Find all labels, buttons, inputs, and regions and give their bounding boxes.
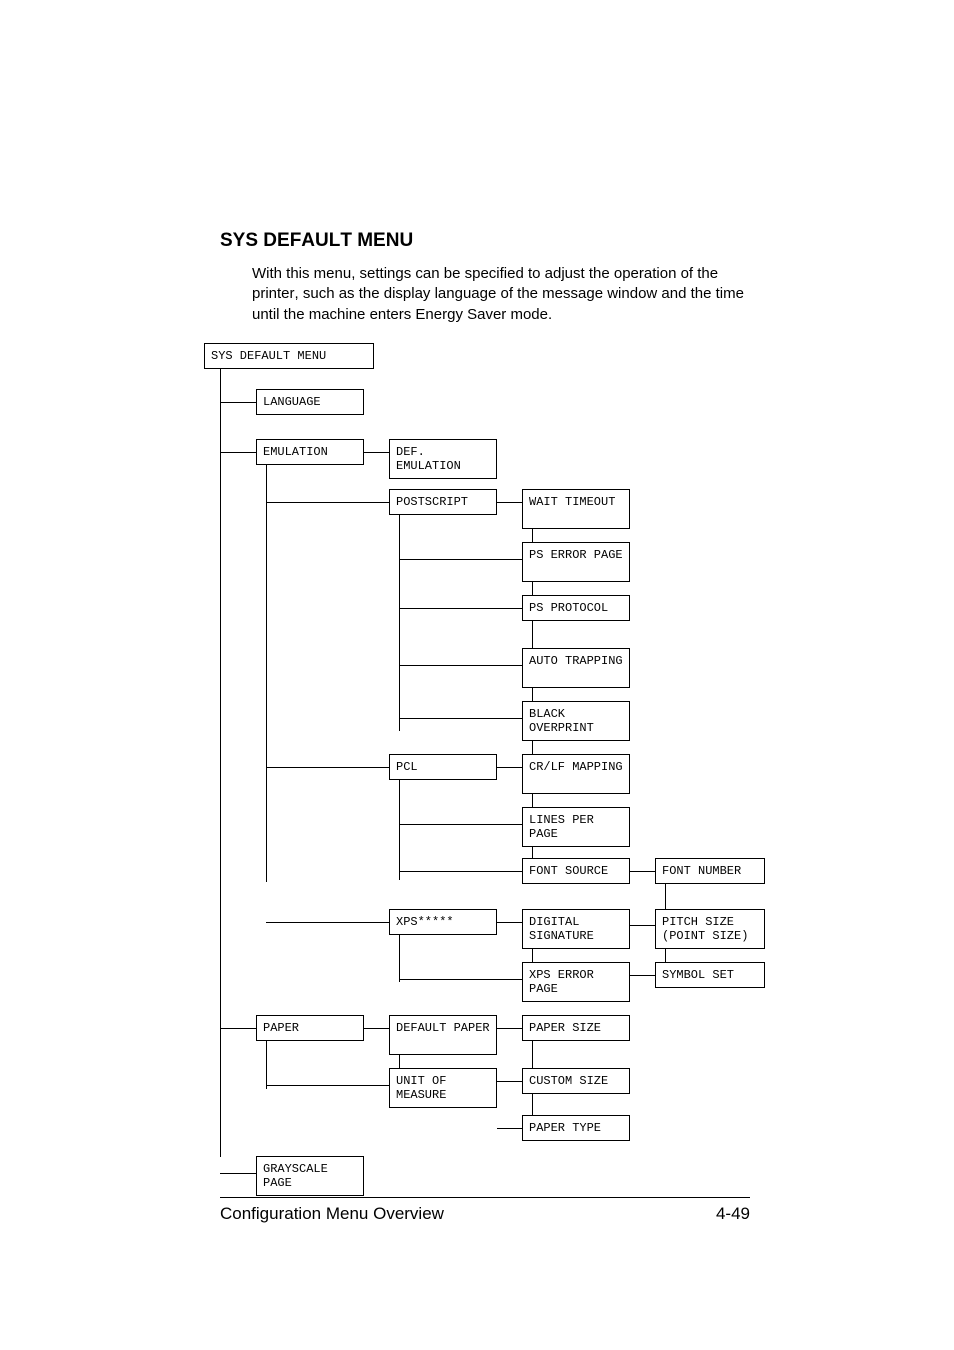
conn-auto-trap	[399, 665, 522, 666]
conn-emu-spine	[266, 465, 267, 882]
conn-spine	[220, 369, 221, 1157]
node-pcl: PCL	[389, 754, 497, 780]
conn-font-source-right	[630, 871, 655, 872]
conn-lpp	[399, 824, 522, 825]
conn-paper	[220, 1028, 256, 1029]
node-digital-signature: DIGITAL SIGNATURE	[522, 909, 630, 949]
node-root: SYS DEFAULT MENU	[204, 343, 374, 369]
node-default-paper: DEFAULT PAPER	[389, 1015, 497, 1055]
conn-ps-spine	[399, 515, 400, 731]
conn-pcl	[266, 767, 389, 768]
node-ps-error-page: PS ERROR PAGE	[522, 542, 630, 582]
node-pitch-size: PITCH SIZE (POINT SIZE)	[655, 909, 765, 949]
conn-postscript	[266, 502, 389, 503]
conn-unit-right	[497, 1081, 522, 1082]
conn-paper-right	[364, 1028, 389, 1029]
conn-default-paper-right	[497, 1028, 522, 1029]
conn-language	[220, 402, 256, 403]
conn-xps-spine	[399, 935, 400, 982]
page-footer: Configuration Menu Overview 4-49	[220, 1197, 750, 1224]
conn-unit	[266, 1085, 389, 1086]
node-font-number: FONT NUMBER	[655, 858, 765, 884]
node-black-overprint: BLACK OVERPRINT	[522, 701, 630, 741]
footer-left: Configuration Menu Overview	[220, 1204, 444, 1224]
node-custom-size: CUSTOM SIZE	[522, 1068, 630, 1094]
node-auto-trapping: AUTO TRAPPING	[522, 648, 630, 688]
node-emulation: EMULATION	[256, 439, 364, 465]
node-symbol-set: SYMBOL SET	[655, 962, 765, 988]
conn-ps-error	[399, 559, 522, 560]
node-xps: XPS*****	[389, 909, 497, 935]
conn-xps-right	[497, 922, 522, 923]
node-grayscale-page: GRAYSCALE PAGE	[256, 1156, 364, 1196]
conn-paper-type2	[497, 1128, 522, 1129]
conn-font-source	[399, 871, 522, 872]
node-wait-timeout: WAIT TIMEOUT	[522, 489, 630, 529]
node-unit-of-measure: UNIT OF MEASURE	[389, 1068, 497, 1108]
footer-page-number: 4-49	[716, 1204, 750, 1224]
node-lines-per-page: LINES PER PAGE	[522, 807, 630, 847]
conn-emulation	[220, 452, 256, 453]
node-crlf-mapping: CR/LF MAPPING	[522, 754, 630, 794]
section-heading: SYS DEFAULT MENU	[220, 230, 750, 252]
menu-diagram: SYS DEFAULT MENU LANGUAGE EMULATION DEF.…	[204, 343, 764, 1183]
conn-pcl-spine	[399, 780, 400, 880]
conn-xps-error	[399, 979, 522, 980]
node-font-source: FONT SOURCE	[522, 858, 630, 884]
page: SYS DEFAULT MENU With this menu, setting…	[0, 0, 954, 1224]
conn-symbol-set	[630, 975, 655, 976]
conn-pitch	[630, 925, 655, 926]
node-paper-type: PAPER TYPE	[522, 1115, 630, 1141]
node-paper: PAPER	[256, 1015, 364, 1041]
node-ps-protocol: PS PROTOCOL	[522, 595, 630, 621]
node-postscript: POSTSCRIPT	[389, 489, 497, 515]
node-def-emulation: DEF. EMULATION	[389, 439, 497, 479]
intro-paragraph: With this menu, settings can be specifie…	[252, 264, 750, 325]
conn-black-over	[399, 718, 522, 719]
node-language: LANGUAGE	[256, 389, 364, 415]
conn-grayscale	[220, 1173, 256, 1174]
conn-paper-spine	[266, 1041, 267, 1089]
node-xps-error-page: XPS ERROR PAGE	[522, 962, 630, 1002]
conn-xps	[266, 922, 389, 923]
node-paper-size: PAPER SIZE	[522, 1015, 630, 1041]
conn-def-emu	[364, 452, 389, 453]
conn-ps-protocol	[399, 608, 522, 609]
conn-pcl-right	[497, 767, 522, 768]
conn-ps-right	[497, 502, 522, 503]
